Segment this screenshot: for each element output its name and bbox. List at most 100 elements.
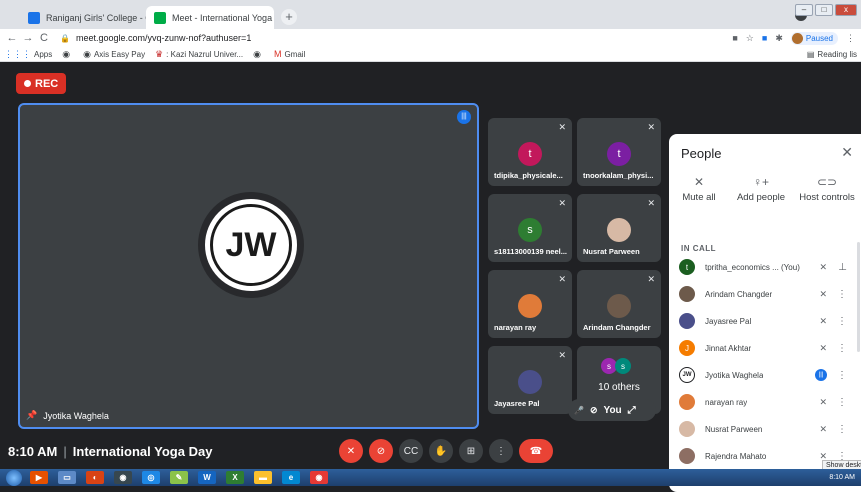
people-panel-title: People	[681, 146, 722, 161]
meet-stage: REC JW ||| 📌 Jyotika Waghela ✕ t tdipika_ph…	[0, 62, 861, 492]
bookmark-globe[interactable]: ◉	[62, 49, 73, 60]
participant-tile[interactable]: ✕ t tnoorkalam_physi...	[577, 118, 661, 186]
participant-name: narayan ray	[705, 397, 748, 407]
main-speaker-name: 📌 Jyotika Waghela	[26, 410, 109, 421]
bookmarks-bar: ⋮⋮⋮ Apps ◉ ◉ Axis Easy Pay ♛: Kazi Nazrul …	[0, 47, 861, 62]
host-controls-button[interactable]: ⊂⊃ Host controls	[797, 176, 857, 204]
camera-toggle-button[interactable]: ⊘	[369, 439, 393, 463]
present-button[interactable]: ⊞	[459, 439, 483, 463]
mic-off-icon: ✕	[693, 175, 705, 189]
participant-name: s18113000139 neel...	[494, 247, 567, 256]
close-window-icon[interactable]: x	[835, 4, 857, 16]
more-icon[interactable]: ⋮	[837, 289, 847, 300]
menu-icon[interactable]: ⋮	[846, 33, 855, 44]
reload-icon[interactable]: C	[36, 32, 52, 44]
participant-tile[interactable]: ✕ narayan ray	[488, 270, 572, 338]
avatar: s	[615, 358, 631, 374]
avatar	[679, 394, 695, 410]
expand-icon[interactable]: ⤢	[628, 405, 636, 416]
raise-hand-button[interactable]: ✋	[429, 439, 453, 463]
camera-icon[interactable]: ■	[732, 33, 737, 43]
more-icon[interactable]: ⋮	[837, 370, 847, 381]
word-icon[interactable]: W	[198, 471, 216, 484]
start-button[interactable]	[6, 469, 22, 486]
folder-icon[interactable]: ▬	[254, 471, 272, 484]
excel-icon[interactable]: X	[226, 471, 244, 484]
reading-list-button[interactable]: ▤ Reading lis	[807, 50, 857, 59]
minimize-icon[interactable]: –	[795, 4, 813, 16]
mic-toggle-button[interactable]: ✕	[339, 439, 363, 463]
participant-row[interactable]: Arindam Changder ✕ ⋮	[669, 281, 857, 307]
back-icon[interactable]: ←	[4, 32, 20, 44]
captions-button[interactable]: CC	[399, 439, 423, 463]
close-icon[interactable]: ✕	[841, 144, 853, 161]
tab-college-calendar[interactable]: Raniganj Girls' College - Calenda ×	[20, 6, 146, 29]
scrollbar[interactable]	[857, 242, 860, 352]
star-icon[interactable]: ☆	[746, 33, 754, 44]
participant-row[interactable]: Jayasree Pal ✕ ⋮	[669, 308, 857, 334]
maximize-icon[interactable]: □	[815, 4, 833, 16]
more-icon[interactable]: ⋮	[837, 397, 847, 408]
avatar: JW	[198, 192, 304, 298]
camera-off-icon: ⊘	[589, 404, 598, 415]
mic-off-icon: ✕	[558, 274, 566, 284]
participant-row[interactable]: narayan ray ✕ ⋮	[669, 389, 857, 415]
participant-name: Arindam Changder	[705, 289, 773, 299]
recording-badge: REC	[16, 73, 67, 94]
avatar	[679, 448, 695, 464]
participant-tile[interactable]: ✕ Arindam Changder	[577, 270, 661, 338]
bookmark-gmail[interactable]: M Gmail	[274, 49, 305, 59]
mic-off-icon: 🎤	[574, 405, 584, 415]
internet-explorer-icon[interactable]: e	[282, 471, 300, 484]
add-people-button[interactable]: ♀+ Add people	[731, 176, 791, 204]
bookmark-kazi[interactable]: ♛: Kazi Nazrul Univer...	[155, 49, 243, 60]
participant-row[interactable]: t tpritha_economics ... (You) ✕ ⊥	[669, 254, 857, 280]
forward-icon[interactable]: →	[20, 32, 36, 44]
university-icon: ♛	[155, 48, 164, 59]
action-label: Host controls	[799, 192, 855, 203]
chrome-icon[interactable]: ◉	[310, 471, 328, 484]
media-player-icon[interactable]: ▶	[30, 471, 48, 484]
camera-app-icon[interactable]: ◉	[114, 471, 132, 484]
participant-tile[interactable]: ✕ Jayasree Pal	[488, 346, 572, 414]
participant-row[interactable]: JW Jyotika Waghela ||| ⋮	[669, 362, 857, 388]
profile-paused-button[interactable]: Paused	[790, 31, 838, 45]
mute-all-button[interactable]: ✕ Mute all	[669, 176, 729, 204]
mic-off-icon: ✕	[819, 423, 827, 434]
mic-off-icon: ✕	[558, 350, 566, 360]
network-icon[interactable]: ◎	[142, 471, 160, 484]
explorer-icon[interactable]: ▭	[58, 471, 76, 484]
bookmark-axis[interactable]: ◉ Axis Easy Pay	[83, 49, 145, 60]
bookmark-label: : Kazi Nazrul Univer...	[166, 49, 244, 59]
participant-row[interactable]: Nusrat Parween ✕ ⋮	[669, 416, 857, 442]
participant-row[interactable]: J Jinnat Akhtar ✕ ⋮	[669, 335, 857, 361]
new-tab-button[interactable]: +	[281, 9, 297, 25]
puzzle-icon[interactable]: ✱	[775, 33, 783, 44]
more-icon[interactable]: ⋮	[837, 424, 847, 435]
reading-list-label: Reading lis	[817, 49, 857, 59]
address-bar[interactable]: 🔒 meet.google.com/yvq-zunw-nof?authuser=…	[60, 30, 732, 46]
main-speaker-tile[interactable]: JW ||| 📌 Jyotika Waghela	[18, 103, 479, 429]
participant-name: Nusrat Parween	[583, 247, 640, 256]
paint-icon[interactable]: ◐	[86, 471, 104, 484]
bookmark-apps[interactable]: ⋮⋮⋮ Apps	[4, 49, 52, 60]
participant-tile[interactable]: ✕ s s18113000139 neel...	[488, 194, 572, 262]
self-view[interactable]: 🎤 ⊘ You ⤢	[568, 399, 656, 421]
pin-icon[interactable]: ⊥	[838, 262, 847, 273]
tools-icon[interactable]: ✎	[170, 471, 188, 484]
call-controls: ✕ ⊘ CC ✋ ⊞ ⋮ ☎	[339, 439, 553, 463]
leave-call-button[interactable]: ☎	[519, 439, 553, 463]
participant-tile[interactable]: ✕ t tdipika_physicale...	[488, 118, 572, 186]
mic-off-icon: ✕	[819, 396, 827, 407]
participant-tile[interactable]: ✕ Nusrat Parween	[577, 194, 661, 262]
tab-meet[interactable]: Meet - International Yoga D ● ×	[146, 6, 274, 29]
avatar	[518, 294, 542, 318]
more-icon[interactable]: ⋮	[837, 343, 847, 354]
avatar	[607, 294, 631, 318]
bookmark-globe-2[interactable]: ◉	[253, 49, 264, 60]
more-options-button[interactable]: ⋮	[489, 439, 513, 463]
more-icon[interactable]: ⋮	[837, 316, 847, 327]
extension-icon[interactable]: ■	[762, 33, 767, 43]
mic-off-icon: ✕	[558, 198, 566, 208]
participant-name: Arindam Changder	[583, 323, 651, 332]
